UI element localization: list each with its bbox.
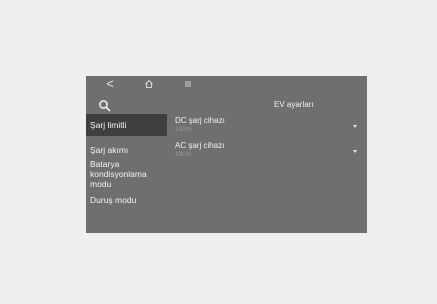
setting-value: 100%	[175, 126, 192, 133]
dc-charger-setting[interactable]: DC şarj cihazı 100%	[175, 116, 357, 141]
sidebar-item-battery-conditioning[interactable]: Batarya kondisyonlama modu	[86, 159, 166, 189]
sidebar-item-label: Batarya kondisyonlama modu	[90, 159, 147, 189]
chevron-down-icon[interactable]	[353, 125, 357, 128]
setting-label: DC şarj cihazı	[175, 116, 225, 125]
sidebar-item-charge-limit[interactable]: Şarj limitli	[86, 114, 167, 136]
page-title: EV ayarları	[274, 100, 314, 109]
settings-content: DC şarj cihazı 100% AC şarj cihazı 100%	[175, 116, 357, 166]
ac-charger-setting[interactable]: AC şarj cihazı 100%	[175, 141, 357, 166]
navigation-bar: <	[86, 76, 367, 92]
sidebar-item-stop-mode[interactable]: Duruş modu	[86, 195, 167, 205]
chevron-down-icon[interactable]	[353, 150, 357, 153]
search-icon[interactable]	[97, 98, 113, 114]
sidebar-item-label: Şarj limitli	[90, 120, 127, 130]
sidebar: Şarj limitli Şarj akımı Batarya kondisyo…	[86, 114, 167, 205]
sidebar-item-label: Duruş modu	[90, 195, 137, 205]
home-icon[interactable]	[142, 77, 156, 91]
setting-value: 100%	[175, 151, 192, 158]
back-icon[interactable]: <	[103, 77, 117, 91]
setting-label: AC şarj cihazı	[175, 141, 225, 150]
sidebar-item-charge-current[interactable]: Şarj akımı	[86, 145, 167, 155]
menu-icon[interactable]	[181, 77, 195, 91]
ev-settings-screen: < EV ayarları Şarj limitli Şarj akımı Ba…	[86, 76, 367, 233]
sidebar-item-label: Şarj akımı	[90, 145, 129, 155]
page: < EV ayarları Şarj limitli Şarj akımı Ba…	[0, 0, 437, 304]
